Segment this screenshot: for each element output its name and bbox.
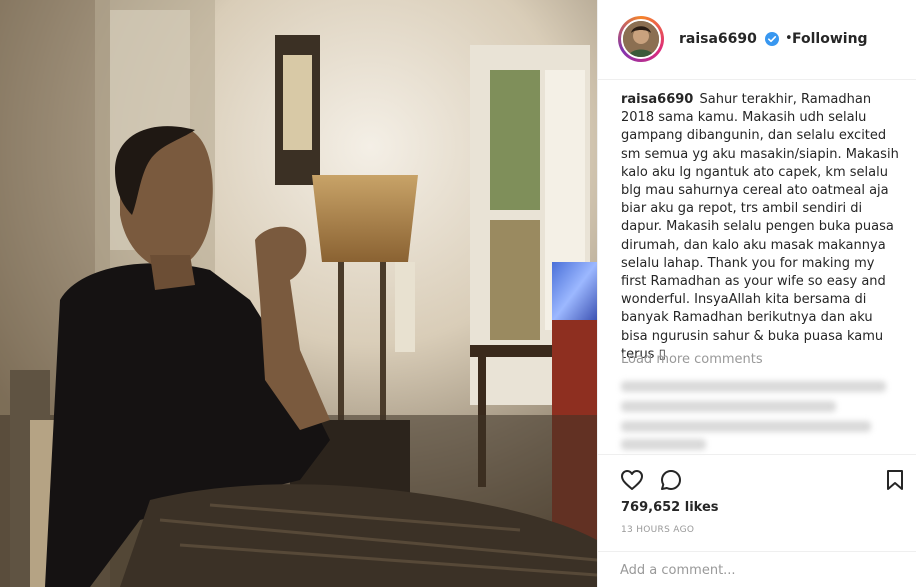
heart-icon[interactable] xyxy=(620,468,644,492)
instagram-post: raisa6690 • Following raisa6690 Sahur te… xyxy=(0,0,916,587)
post-photo-image xyxy=(0,0,597,587)
blurred-comment xyxy=(621,439,706,450)
story-ring[interactable] xyxy=(618,16,664,62)
comment-icon[interactable] xyxy=(659,468,683,492)
caption-username[interactable]: raisa6690 xyxy=(621,92,693,107)
following-button[interactable]: Following xyxy=(792,31,868,47)
blurred-comment xyxy=(621,421,871,432)
post-photo[interactable] xyxy=(0,0,597,587)
blurred-comment xyxy=(621,381,886,392)
blurred-comment xyxy=(621,401,836,412)
load-more-comments-link[interactable]: Load more comments xyxy=(621,352,763,367)
verified-badge-icon xyxy=(765,32,779,46)
avatar[interactable] xyxy=(621,19,661,59)
post-sidebar: raisa6690 • Following raisa6690 Sahur te… xyxy=(597,0,916,587)
like-count[interactable]: 769,652 likes xyxy=(621,500,719,515)
comment-input[interactable] xyxy=(620,561,890,579)
post-header: raisa6690 • Following xyxy=(598,0,916,80)
bookmark-icon[interactable] xyxy=(883,468,907,492)
avatar-image xyxy=(623,21,659,57)
post-caption: raisa6690 Sahur terakhir, Ramadhan 2018 … xyxy=(621,91,901,364)
caption-text: Sahur terakhir, Ramadhan 2018 sama kamu.… xyxy=(621,92,899,362)
post-timestamp[interactable]: 13 HOURS AGO xyxy=(621,525,694,535)
post-actions-bar xyxy=(598,454,916,490)
comment-form xyxy=(598,551,916,587)
post-author-username[interactable]: raisa6690 xyxy=(679,31,757,47)
